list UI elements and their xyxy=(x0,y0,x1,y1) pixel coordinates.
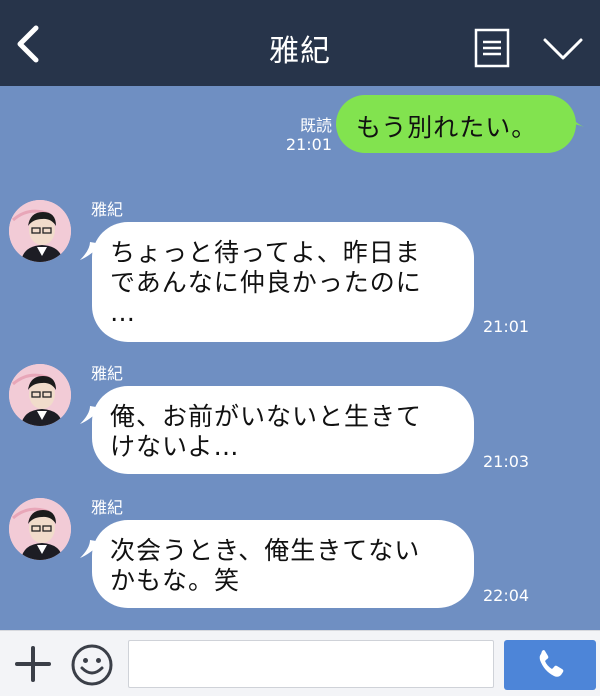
bubble-tail xyxy=(80,242,102,260)
avatar[interactable] xyxy=(9,200,71,262)
message-time: 21:03 xyxy=(483,452,530,471)
message-line: 俺、お前がいないと生きて xyxy=(110,402,423,431)
message-time: 21:01 xyxy=(483,317,530,336)
message-line: けないよ… xyxy=(110,432,240,461)
sender-name: 雅紀 xyxy=(91,498,124,517)
message-time: 21:01 xyxy=(285,135,332,154)
message-text: もう別れたい。 xyxy=(356,113,538,142)
chat-area[interactable]: 既読 21:01 もう別れたい。 雅紀 ちょっと待ってよ、昨日ま であんなに仲良… xyxy=(0,86,600,630)
message-line: かもな。笑 xyxy=(110,566,241,595)
avatar[interactable] xyxy=(9,498,71,560)
message-line: であんなに仲良かったのに xyxy=(110,268,422,297)
input-bar xyxy=(0,630,600,696)
person-avatar-icon xyxy=(9,498,71,560)
plus-icon xyxy=(15,646,51,682)
message-input[interactable] xyxy=(128,640,494,688)
message-line: … xyxy=(110,298,136,327)
incoming-bubble[interactable]: 俺、お前がいないと生きて けないよ… xyxy=(80,386,474,474)
read-receipt: 既読 xyxy=(299,116,332,135)
message-line: 次会うとき、俺生きてない xyxy=(110,536,421,565)
message-meta: 既読 21:01 xyxy=(286,116,332,154)
smiley-icon xyxy=(71,644,113,686)
bubble-tail xyxy=(80,540,102,558)
avatar[interactable] xyxy=(9,364,71,426)
emoji-button[interactable] xyxy=(70,643,114,687)
call-button[interactable] xyxy=(504,640,596,690)
menu-button[interactable] xyxy=(474,28,510,68)
person-avatar-icon xyxy=(9,200,71,262)
outgoing-bubble[interactable]: もう別れたい。 xyxy=(336,95,584,153)
menu-icon xyxy=(474,28,510,68)
phone-icon xyxy=(539,650,564,677)
add-button[interactable] xyxy=(14,645,52,683)
sender-name: 雅紀 xyxy=(91,364,124,383)
incoming-bubble[interactable]: 次会うとき、俺生きてない かもな。笑 xyxy=(80,520,474,608)
person-avatar-icon xyxy=(9,364,71,426)
collapse-button[interactable] xyxy=(542,36,584,64)
message-line: ちょっと待ってよ、昨日ま xyxy=(110,238,421,267)
chat-header: 雅紀 xyxy=(0,0,600,86)
incoming-bubble[interactable]: ちょっと待ってよ、昨日ま であんなに仲良かったのに … xyxy=(80,222,474,342)
chat-title: 雅紀 xyxy=(269,34,331,69)
message-time: 22:04 xyxy=(483,586,530,605)
bubble-tail xyxy=(566,111,584,127)
sender-name: 雅紀 xyxy=(91,200,124,219)
bubble-tail xyxy=(80,406,102,424)
chevron-down-icon xyxy=(543,38,583,60)
